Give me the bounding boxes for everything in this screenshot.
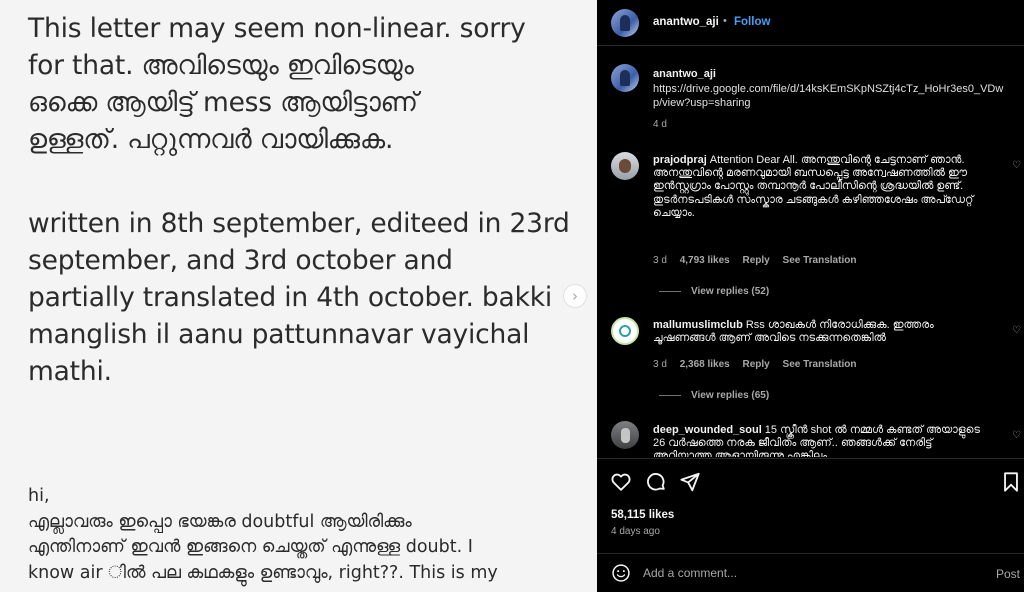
avatar[interactable] <box>611 152 639 180</box>
emoji-icon[interactable] <box>611 563 631 583</box>
caption-text: anantwo_aji https://drive.google.com/fil… <box>653 67 1008 111</box>
letter-line: എല്ലാവരും ഇപ്പൊ ഭയങ്കര doubtful ആയിരിക്ക… <box>28 511 412 532</box>
share-icon[interactable] <box>679 471 701 493</box>
letter-line: september, and 3rd october and <box>28 245 453 276</box>
comment-meta: 3 d 2,368 likes Reply See Translation <box>653 359 866 370</box>
comment-text: prajodpraj Attention Dear All. അനന്തുവിന്… <box>653 154 993 220</box>
avatar[interactable] <box>611 421 639 449</box>
add-comment-bar: Post <box>597 553 1024 592</box>
comment-text: mallumuslimclub Rss ശാഖകൾ നിരോധിക്കുക. ഇത… <box>653 319 993 345</box>
reply-button[interactable]: Reply <box>743 255 770 266</box>
like-heart-icon[interactable] <box>610 471 632 493</box>
letter-line: ഉള്ളത്. പറ്റുന്നവർ വായിക്കുക. <box>28 124 394 155</box>
letter-line: ഒക്കെ ആയിട്ട് mess ആയിട്ടാണ് <box>28 87 418 118</box>
avatar[interactable] <box>611 317 639 345</box>
comments-list[interactable]: anantwo_aji https://drive.google.com/fil… <box>597 47 1024 457</box>
post-date: 4 days ago <box>611 526 660 537</box>
comment-time: 3 d <box>653 255 667 266</box>
follow-button[interactable]: Follow <box>734 16 770 28</box>
post-header: anantwo_aji • Follow <box>597 0 1024 46</box>
comment-input[interactable] <box>643 562 943 584</box>
caption-time: 4 d <box>653 119 667 130</box>
caption-meta: 4 d <box>653 119 677 130</box>
caption-username[interactable]: anantwo_aji <box>653 68 716 80</box>
comment-likes[interactable]: 2,368 likes <box>680 359 730 370</box>
comment-username[interactable]: deep_wounded_soul <box>653 424 762 436</box>
letter-paragraph-3: hi, എല്ലാവരും ഇപ്പൊ ഭയങ്കര doubtful ആയിര… <box>28 484 588 586</box>
avatar[interactable] <box>611 9 639 37</box>
caption-link[interactable]: https://drive.google.com/file/d/14ksKEmS… <box>653 83 1003 110</box>
like-count[interactable]: 58,115 likes <box>611 509 674 521</box>
see-translation-button[interactable]: See Translation <box>783 255 857 266</box>
view-replies-label: View replies (65) <box>691 390 770 401</box>
heart-icon[interactable]: ♡ <box>1012 325 1022 336</box>
post-sidebar: anantwo_aji • Follow anantwo_aji https:/… <box>597 0 1024 592</box>
avatar[interactable] <box>611 64 639 92</box>
separator-dot: • <box>723 15 727 27</box>
comment-username[interactable]: mallumuslimclub <box>653 319 743 331</box>
see-translation-button[interactable]: See Translation <box>783 359 857 370</box>
heart-icon[interactable]: ♡ <box>1012 430 1022 441</box>
header-username[interactable]: anantwo_aji <box>653 16 719 28</box>
post-button[interactable]: Post <box>996 567 1020 581</box>
heart-icon[interactable]: ♡ <box>1012 160 1022 171</box>
letter-line: hi, <box>28 486 50 506</box>
view-replies-label: View replies (52) <box>691 286 770 297</box>
view-replies-button[interactable]: View replies (65) <box>659 390 769 401</box>
view-replies-button[interactable]: View replies (52) <box>659 286 769 297</box>
chevron-right-icon: › <box>572 287 578 305</box>
post-image: This letter may seem non-linear. sorry f… <box>0 0 597 592</box>
comment-icon[interactable] <box>645 471 667 493</box>
comment-meta: 3 d 4,793 likes Reply See Translation <box>653 255 866 266</box>
letter-line: know air ിൽ പല കഥകളും ഉണ്ടാവും, right??.… <box>28 562 498 583</box>
next-slide-button[interactable]: › <box>563 284 587 308</box>
comment-text: deep_wounded_soul 15 സ്ക്രീൻ shot ൽ നമ്മൾ… <box>653 424 993 457</box>
letter-line: for that. അവിടെയും ഇവിടെയും <box>28 50 414 81</box>
letter-line: mathi. <box>28 356 112 387</box>
bookmark-icon[interactable] <box>1000 471 1022 493</box>
letter-line: എന്തിനാണ് ഇവൻ ഇങ്ങനെ ചെയ്തത് എന്നുള്ള do… <box>28 537 473 557</box>
letter-line: This letter may seem non-linear. sorry <box>28 13 526 44</box>
reply-button[interactable]: Reply <box>743 359 770 370</box>
letter-paragraph-2: written in 8th september, editeed in 23r… <box>28 205 578 390</box>
comment-time: 3 d <box>653 359 667 370</box>
letter-paragraph-1: This letter may seem non-linear. sorry f… <box>28 10 578 158</box>
comment-likes[interactable]: 4,793 likes <box>680 255 730 266</box>
letter-line: partially translated in 4th october. bak… <box>28 282 553 313</box>
letter-line: manglish il aanu pattunnavar vayichal <box>28 319 530 350</box>
action-bar: 58,115 likes 4 days ago <box>597 458 1024 553</box>
comment-username[interactable]: prajodpraj <box>653 154 707 166</box>
letter-line: written in 8th september, editeed in 23r… <box>28 208 570 239</box>
